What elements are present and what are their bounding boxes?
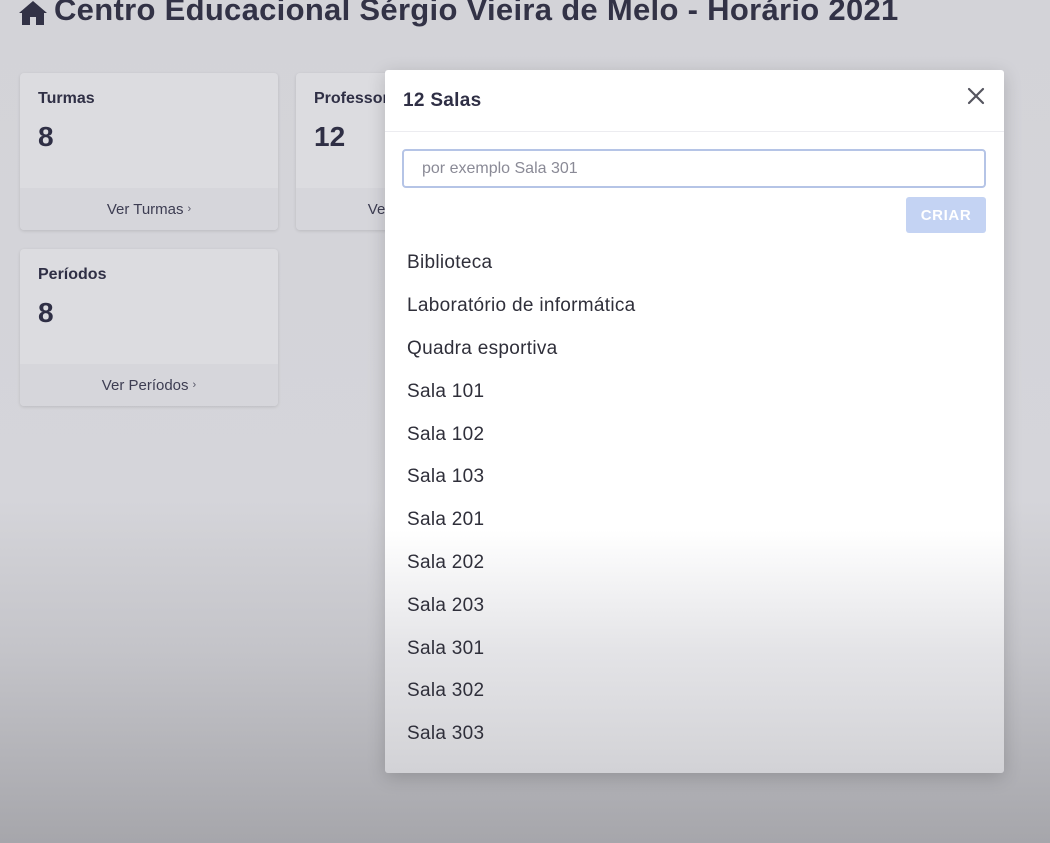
chevron-right-icon: › <box>192 379 197 391</box>
rooms-modal: 12 Salas CRIAR Biblioteca Laboratório de… <box>385 70 1004 773</box>
list-item[interactable]: Sala 302 <box>407 670 636 713</box>
card-turmas: Turmas 8 Ver Turmas › <box>20 73 278 230</box>
close-button[interactable] <box>964 84 988 108</box>
list-item[interactable]: Sala 103 <box>407 456 636 499</box>
list-item[interactable]: Sala 101 <box>407 370 636 413</box>
page-title: Centro Educacional Sérgio Vieira de Melo… <box>18 0 899 30</box>
list-item[interactable]: Sala 303 <box>407 713 636 756</box>
view-turmas-link[interactable]: Ver Turmas › <box>20 188 278 230</box>
list-item[interactable]: Sala 202 <box>407 542 636 585</box>
list-item[interactable]: Sala 201 <box>407 499 636 542</box>
home-icon <box>18 0 48 25</box>
room-name-input[interactable] <box>402 149 986 188</box>
modal-title: 12 Salas <box>403 90 482 111</box>
card-count: 8 <box>38 121 54 152</box>
card-title: Períodos <box>38 266 107 283</box>
view-periodos-label: Ver Períodos <box>101 376 189 394</box>
create-button[interactable]: CRIAR <box>906 197 986 233</box>
list-item[interactable]: Sala 102 <box>407 413 636 456</box>
list-item[interactable]: Sala 203 <box>407 584 636 627</box>
list-item[interactable]: Sala 301 <box>407 627 636 670</box>
list-item[interactable]: Laboratório de informática <box>407 285 636 328</box>
list-item[interactable]: Quadra esportiva <box>407 328 636 371</box>
page-title-text: Centro Educacional Sérgio Vieira de Melo… <box>54 0 899 27</box>
chevron-right-icon: › <box>187 203 192 215</box>
view-turmas-label: Ver Turmas <box>106 200 184 218</box>
room-list: Biblioteca Laboratório de informática Qu… <box>407 242 636 756</box>
card-count: 8 <box>38 297 54 328</box>
view-periodos-link[interactable]: Ver Períodos › <box>20 364 278 406</box>
list-item[interactable]: Biblioteca <box>407 242 636 285</box>
close-icon <box>967 87 985 105</box>
card-count: 12 <box>314 121 346 152</box>
card-title: Turmas <box>38 90 95 107</box>
card-periodos: Períodos 8 Ver Períodos › <box>20 249 278 406</box>
modal-header: 12 Salas <box>385 70 1004 132</box>
